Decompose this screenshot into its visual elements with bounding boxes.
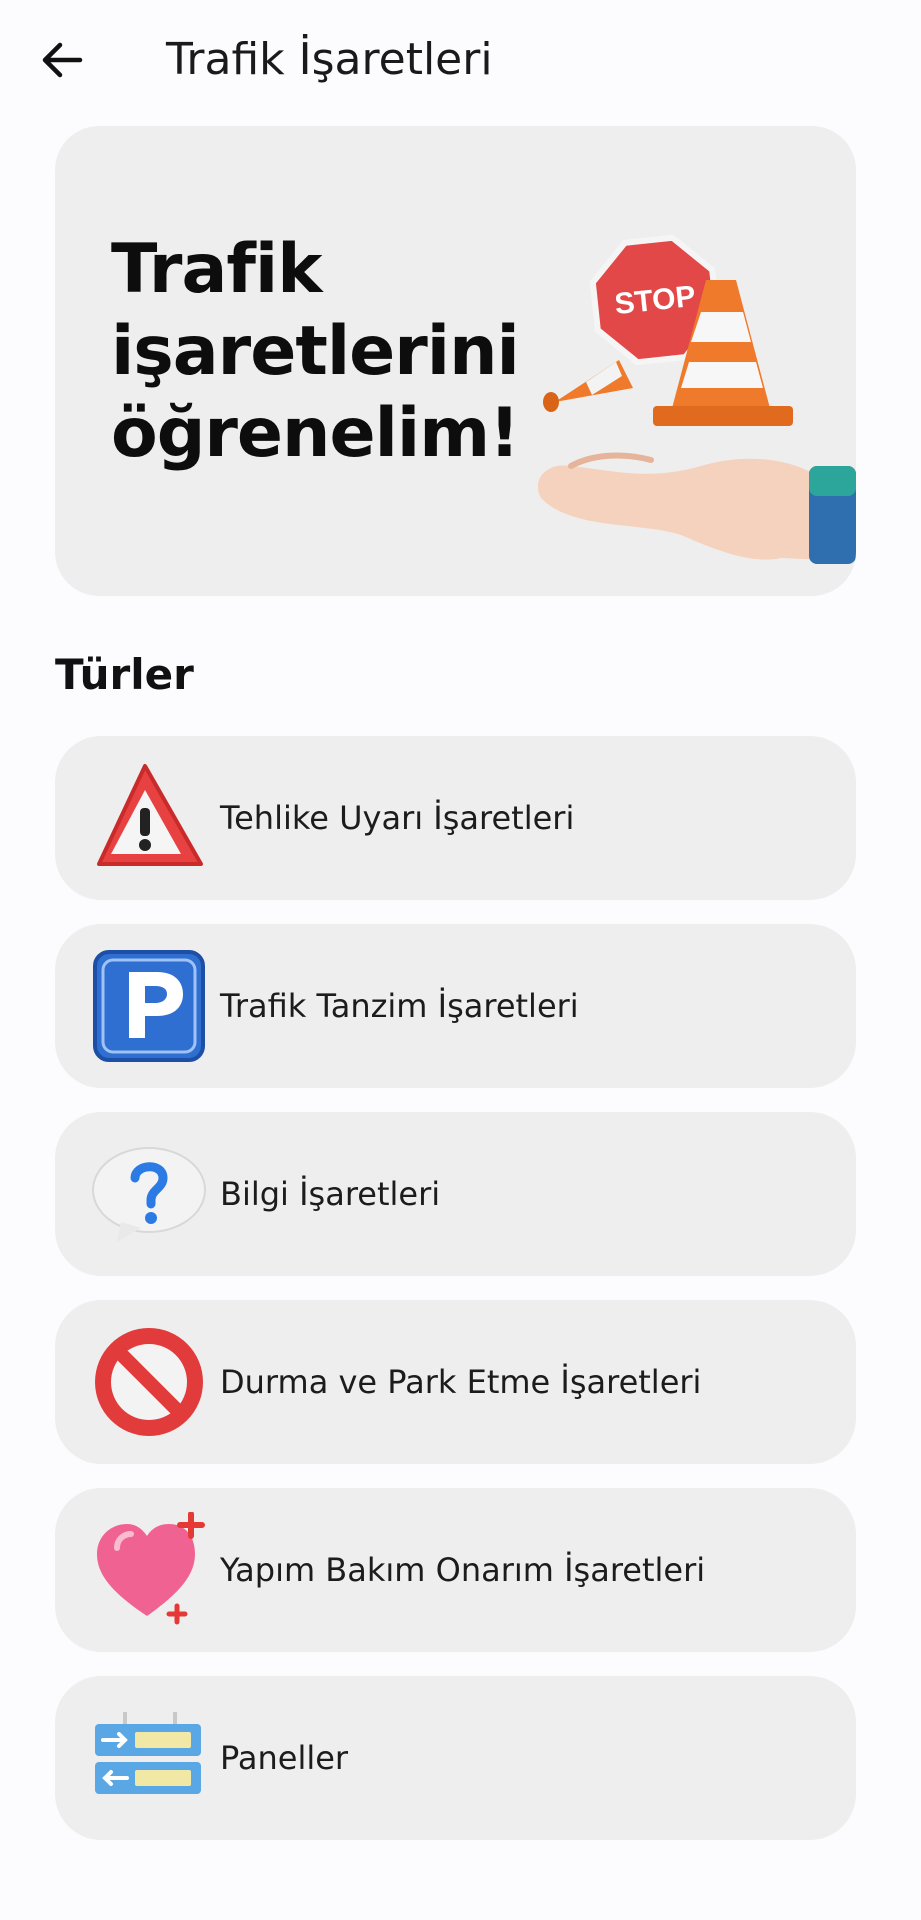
hero-banner: Trafik işaretlerini öğrenelim! STOP [55,126,856,596]
banner-headline-line-3: öğrenelim! [111,394,520,473]
panel-signs-icon [95,1712,201,1794]
banner-headline-line-2: işaretlerini [111,312,520,391]
banner-headline-line-1: Trafik [111,230,322,309]
category-label: Tehlike Uyarı İşaretleri [220,799,575,837]
warning-triangle-icon [97,764,203,866]
category-label: Durma ve Park Etme İşaretleri [220,1363,702,1401]
category-card-trafik-tanzim[interactable]: Trafik Tanzim İşaretleri [55,924,856,1088]
category-card-yapim-bakim[interactable]: Yapım Bakım Onarım İşaretleri [55,1488,856,1652]
fallen-cone-icon [543,360,633,412]
no-entry-icon [95,1328,203,1436]
top-app-bar: Trafik İşaretleri [0,0,921,120]
question-bubble-icon [92,1147,206,1242]
open-hand-icon [537,452,856,564]
parking-sign-icon [93,950,205,1062]
category-card-paneller[interactable]: Paneller [55,1676,856,1840]
category-card-durma-park[interactable]: Durma ve Park Etme İşaretleri [55,1300,856,1464]
category-card-bilgi[interactable]: Bilgi İşaretleri [55,1112,856,1276]
category-label: Paneller [220,1739,349,1777]
back-button[interactable] [30,28,94,92]
section-title: Türler [55,650,194,699]
heart-plus-icon [97,1512,205,1625]
page-title: Trafik İşaretleri [166,34,493,85]
category-label: Yapım Bakım Onarım İşaretleri [220,1551,706,1589]
category-card-tehlike-uyari[interactable]: Tehlike Uyarı İşaretleri [55,736,856,900]
category-label: Trafik Tanzim İşaretleri [220,987,579,1025]
hand-stop-sign-illustration: STOP [537,234,856,564]
category-label: Bilgi İşaretleri [220,1175,441,1213]
arrow-left-icon [42,42,83,78]
